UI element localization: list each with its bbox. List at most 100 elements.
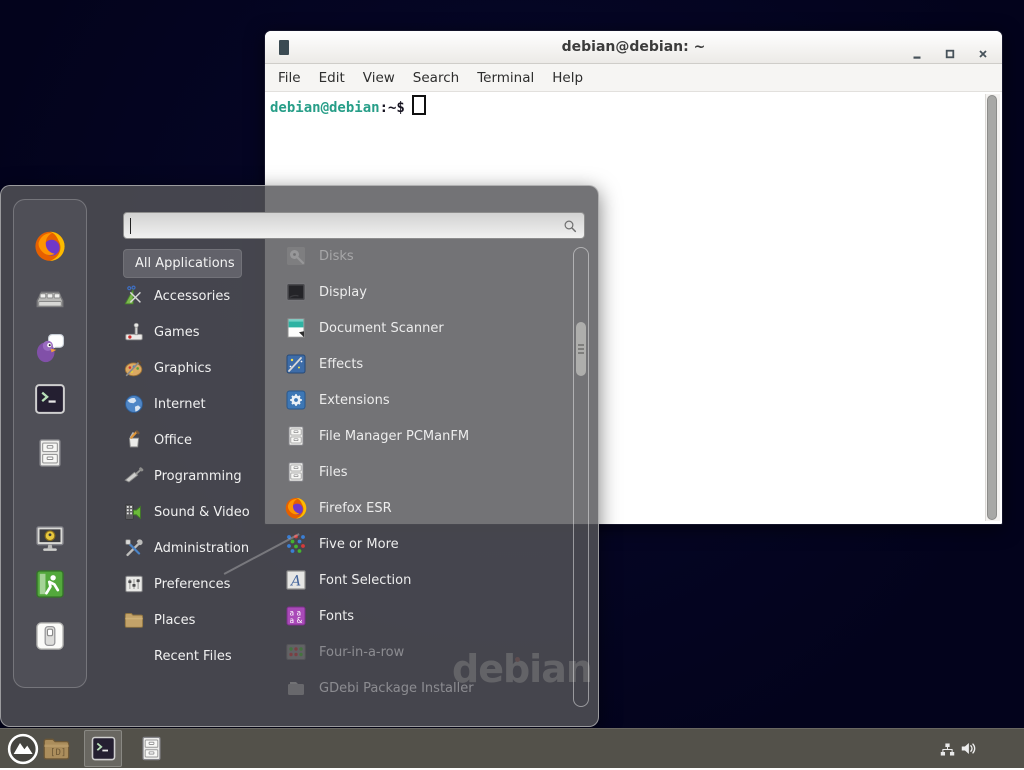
- app-item-files[interactable]: Files: [284, 454, 572, 490]
- category-list: Accessories Games GraphicsInternet Office Pr…: [123, 278, 283, 674]
- cabinet-icon: [284, 424, 308, 448]
- svg-text:A: A: [289, 574, 301, 590]
- category-label: Places: [154, 613, 195, 628]
- sidebar-item-package-manager[interactable]: [33, 281, 67, 315]
- category-label: Recent Files: [154, 649, 232, 664]
- firefox-icon: [33, 229, 67, 263]
- terminal-menu-edit[interactable]: Edit: [310, 70, 354, 86]
- category-label: Office: [154, 433, 192, 448]
- app-item-file-manager-pcmanfm[interactable]: File Manager PCManFM: [284, 418, 572, 454]
- category-label: Programming: [154, 469, 242, 484]
- app-item-label: File Manager PCManFM: [319, 429, 469, 444]
- category-recent-files[interactable]: Recent Files: [123, 638, 283, 674]
- app-item-label: Four-in-a-row: [319, 645, 404, 660]
- category-administration[interactable]: Administration: [123, 530, 283, 566]
- app-item-label: Firefox ESR: [319, 501, 392, 516]
- app-item-disks: Disks: [284, 238, 572, 274]
- administration-icon: [123, 537, 145, 559]
- app-item-font-selection[interactable]: A Font Selection: [284, 562, 572, 598]
- tray-volume[interactable]: [959, 739, 978, 762]
- taskbar-file-manager[interactable]: [137, 734, 166, 767]
- category-accessories[interactable]: Accessories: [123, 278, 283, 314]
- file-manager-icon: [33, 436, 67, 470]
- app-item-gdebi-package-installer: GDebi Package Installer: [284, 670, 572, 706]
- category-programming[interactable]: Programming: [123, 458, 283, 494]
- desktop[interactable]: debian debian@debian: ~ FileEditViewSear…: [0, 0, 1024, 768]
- app-item-label: Disks: [319, 249, 354, 264]
- category-preferences[interactable]: Preferences: [123, 566, 283, 602]
- shutdown-icon: [33, 619, 67, 653]
- games-icon: [123, 321, 145, 343]
- app-item-label: Files: [319, 465, 348, 480]
- application-menu: All Applications Accessories Games Graphic…: [0, 185, 599, 727]
- category-internet[interactable]: Internet: [123, 386, 283, 422]
- network-icon: [939, 741, 956, 758]
- menu-logo-icon: [6, 732, 40, 766]
- category-label: Games: [154, 325, 199, 340]
- category-label: Sound & Video: [154, 505, 250, 520]
- category-places[interactable]: Places: [123, 602, 283, 638]
- terminal-scrollbar-thumb[interactable]: [987, 95, 997, 520]
- taskbar-terminal-window[interactable]: [84, 730, 122, 767]
- places-icon: [123, 609, 145, 631]
- category-graphics[interactable]: Graphics: [123, 350, 283, 386]
- sidebar-item-pidgin-messenger[interactable]: [33, 331, 67, 365]
- sidebar-item-shutdown[interactable]: [33, 619, 67, 653]
- search-input[interactable]: [123, 212, 585, 239]
- category-games[interactable]: Games: [123, 314, 283, 350]
- close-button[interactable]: [977, 45, 989, 57]
- terminal-menu-search[interactable]: Search: [404, 70, 468, 86]
- terminal-menu-terminal[interactable]: Terminal: [468, 70, 543, 86]
- terminal-menu-help[interactable]: Help: [543, 70, 592, 86]
- terminal-icon: [90, 735, 117, 762]
- terminal-scrollbar[interactable]: [985, 94, 1000, 521]
- screensaver-lock-icon: [33, 522, 67, 556]
- taskbar-menu-button[interactable]: [6, 732, 40, 770]
- app-item-display[interactable]: Display: [284, 274, 572, 310]
- folder-d-icon: [D]: [41, 733, 72, 764]
- graphics-icon: [123, 357, 145, 379]
- programming-icon: [123, 465, 145, 487]
- sidebar-item-screensaver-lock[interactable]: [33, 522, 67, 556]
- accessories-icon: [123, 285, 145, 307]
- app-item-label: Font Selection: [319, 573, 411, 588]
- terminal-menu-view[interactable]: View: [354, 70, 404, 86]
- prompt-user-host: debian@debian: [270, 100, 380, 116]
- sidebar-item-firefox[interactable]: [33, 229, 67, 263]
- taskbar-desktop-folder[interactable]: [D]: [41, 733, 72, 768]
- app-item-document-scanner[interactable]: Document Scanner: [284, 310, 572, 346]
- sidebar-item-logout[interactable]: [33, 567, 67, 601]
- minimize-button[interactable]: [911, 45, 923, 57]
- sidebar-item-file-manager[interactable]: [33, 436, 67, 470]
- search-icon: [562, 218, 578, 234]
- tray-network[interactable]: [939, 741, 956, 762]
- terminal-title: debian@debian: ~: [265, 39, 1002, 55]
- app-item-label: GDebi Package Installer: [319, 681, 474, 696]
- extensions-icon: [284, 388, 308, 412]
- category-all-applications[interactable]: All Applications: [123, 249, 242, 278]
- app-item-extensions[interactable]: Extensions: [284, 382, 572, 418]
- category-sound-video[interactable]: Sound & Video: [123, 494, 283, 530]
- maximize-button[interactable]: [944, 45, 956, 57]
- search-caret: [130, 218, 131, 234]
- sidebar-item-terminal[interactable]: [33, 382, 67, 416]
- terminal-titlebar[interactable]: debian@debian: ~: [265, 31, 1002, 64]
- fonts-icon: a aa &: [284, 604, 308, 628]
- pidgin-messenger-icon: [33, 331, 67, 365]
- app-item-effects[interactable]: Effects: [284, 346, 572, 382]
- app-item-label: Fonts: [319, 609, 354, 624]
- menu-scrollbar[interactable]: [573, 247, 589, 707]
- app-item-four-in-a-row: Four-in-a-row: [284, 634, 572, 670]
- app-item-label: Document Scanner: [319, 321, 444, 336]
- preferences-icon: [123, 573, 145, 595]
- terminal-menu-file[interactable]: File: [269, 70, 310, 86]
- app-item-fonts[interactable]: a aa & Fonts: [284, 598, 572, 634]
- cabinet-icon: [284, 460, 308, 484]
- gdebi-icon: [284, 676, 308, 700]
- app-item-firefox-esr[interactable]: Firefox ESR: [284, 490, 572, 526]
- app-item-five-or-more[interactable]: Five or More: [284, 526, 572, 562]
- category-office[interactable]: Office: [123, 422, 283, 458]
- menu-scrollbar-thumb[interactable]: [576, 322, 586, 376]
- font-selection-icon: A: [284, 568, 308, 592]
- terminal-cursor: [412, 95, 426, 115]
